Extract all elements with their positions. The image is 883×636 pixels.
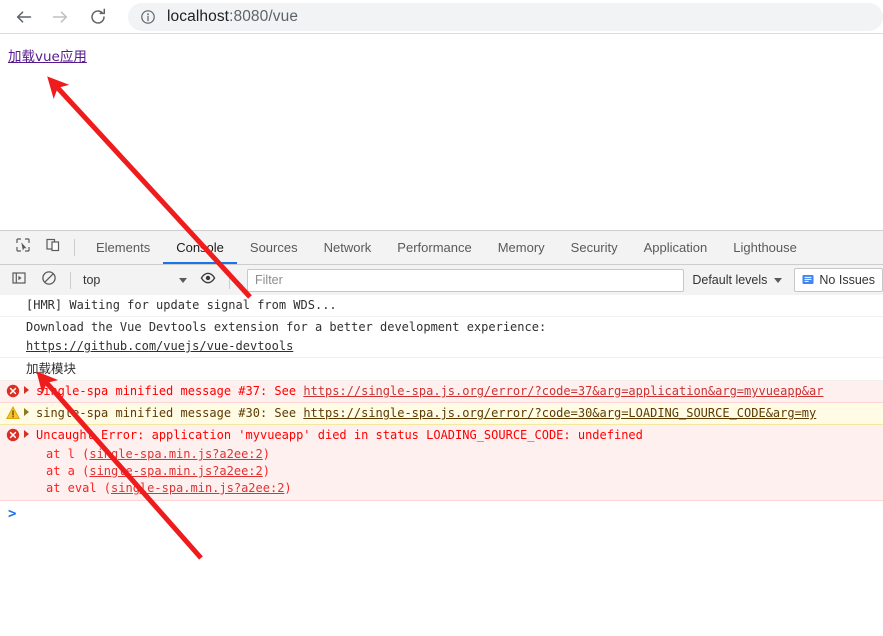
address-bar[interactable]: localhost:8080/vue (128, 2, 883, 31)
execution-context-value: top (83, 273, 101, 287)
console-input-prompt[interactable]: > (0, 501, 883, 527)
console-message[interactable]: Download the Vue Devtools extension for … (0, 317, 883, 358)
stack-frame: at eval (single-spa.min.js?a2ee:2) (0, 480, 883, 497)
console-message-list[interactable]: [HMR] Waiting for update signal from WDS… (0, 295, 883, 636)
clear-console-icon (41, 270, 57, 291)
console-message-text: Uncaught Error: application 'myvueapp' d… (36, 428, 643, 442)
load-vue-app-link[interactable]: 加载vue应用 (8, 45, 87, 65)
console-message[interactable]: [HMR] Waiting for update signal from WDS… (0, 295, 883, 317)
tab-security[interactable]: Security (558, 232, 631, 264)
arrow-left-icon (14, 7, 34, 27)
stack-frame-link[interactable]: single-spa.min.js?a2ee:2 (89, 447, 262, 461)
tab-memory[interactable]: Memory (485, 232, 558, 264)
console-filter-input[interactable] (247, 268, 685, 292)
issues-button[interactable]: No Issues (794, 268, 883, 292)
console-toolbar-divider-1 (70, 271, 71, 289)
tab-sources[interactable]: Sources (237, 232, 311, 264)
forward-button[interactable] (44, 1, 76, 33)
expand-triangle-icon[interactable] (24, 386, 29, 394)
error-badge-icon (6, 384, 20, 398)
stack-frame: at l (single-spa.min.js?a2ee:2) (0, 446, 883, 463)
stack-frame-suffix: ) (262, 464, 270, 478)
console-message-text: single-spa minified message #37: See (36, 384, 304, 398)
execution-context-selector[interactable]: top (79, 270, 193, 291)
stack-frame-link[interactable]: single-spa.min.js?a2ee:2 (111, 481, 284, 495)
tab-console[interactable]: Console (163, 232, 237, 264)
issues-flag-icon (802, 274, 814, 286)
console-message-error[interactable]: Uncaught Error: application 'myvueapp' d… (0, 425, 883, 446)
inspect-element-button[interactable] (10, 235, 36, 261)
warning-badge-icon (6, 406, 20, 420)
reload-button[interactable] (82, 1, 114, 33)
devtools-tabbar: Elements Console Sources Network Perform… (0, 231, 883, 265)
console-message-text: Download the Vue Devtools extension for … (26, 320, 547, 334)
tab-performance[interactable]: Performance (384, 232, 484, 264)
console-message-text: [HMR] Waiting for update signal from WDS… (26, 298, 337, 312)
tab-application[interactable]: Application (631, 232, 721, 264)
stack-frame: at a (single-spa.min.js?a2ee:2) (0, 463, 883, 480)
devtools-panel: Elements Console Sources Network Perform… (0, 230, 883, 636)
tab-elements[interactable]: Elements (83, 232, 163, 264)
page-content-area: 加载vue应用 (0, 34, 883, 230)
console-message-warning[interactable]: single-spa minified message #30: See htt… (0, 403, 883, 425)
reload-icon (88, 7, 108, 27)
prompt-caret-icon: > (8, 506, 17, 522)
error-badge-icon (6, 428, 20, 442)
chevron-down-icon (179, 278, 187, 283)
url-host: localhost (167, 7, 230, 25)
log-levels-selector[interactable]: Default levels (684, 270, 792, 291)
clear-console-button[interactable] (36, 267, 62, 293)
stack-frame-prefix: at eval ( (46, 481, 112, 495)
browser-toolbar: localhost:8080/vue (0, 0, 883, 34)
error-stack-trace: at l (single-spa.min.js?a2ee:2) at a (si… (0, 446, 883, 501)
arrow-right-icon (50, 7, 70, 27)
console-sidebar-button[interactable] (6, 267, 32, 293)
log-levels-label: Default levels (692, 273, 768, 287)
create-live-expression-button[interactable] (195, 267, 221, 293)
stack-frame-prefix: at a ( (46, 464, 90, 478)
stack-frame-suffix: ) (284, 481, 292, 495)
console-message[interactable]: 加载模块 (0, 358, 883, 381)
tabbar-divider (74, 239, 75, 256)
inspect-element-icon (15, 237, 31, 258)
tab-lighthouse[interactable]: Lighthouse (720, 232, 810, 264)
toggle-device-toolbar-button[interactable] (40, 235, 66, 261)
expand-triangle-icon[interactable] (24, 408, 29, 416)
single-spa-warning-link[interactable]: https://single-spa.js.org/error/?code=30… (303, 406, 816, 420)
console-message-error[interactable]: single-spa minified message #37: See htt… (0, 381, 883, 403)
console-message-text: 加载模块 (26, 361, 77, 376)
live-expression-eye-icon (200, 270, 216, 291)
address-bar-text: localhost:8080/vue (167, 8, 298, 26)
console-toolbar-divider-2 (229, 271, 230, 289)
issues-label: No Issues (819, 273, 875, 287)
device-toolbar-icon (45, 237, 61, 258)
console-message-text: single-spa minified message #30: See (36, 406, 304, 420)
vue-devtools-link[interactable]: https://github.com/vuejs/vue-devtools (26, 339, 293, 353)
tab-network[interactable]: Network (311, 232, 385, 264)
stack-frame-prefix: at l ( (46, 447, 90, 461)
stack-frame-suffix: ) (262, 447, 270, 461)
url-path: :8080/vue (229, 7, 299, 25)
console-toolbar: top Default levels No Issu (0, 265, 883, 296)
single-spa-error-link[interactable]: https://single-spa.js.org/error/?code=37… (303, 384, 823, 398)
execution-context-icon (11, 270, 27, 291)
back-button[interactable] (8, 1, 40, 33)
info-circle-icon[interactable] (140, 9, 156, 25)
chevron-down-icon (774, 277, 783, 283)
expand-triangle-icon[interactable] (24, 430, 29, 438)
stack-frame-link[interactable]: single-spa.min.js?a2ee:2 (89, 464, 262, 478)
